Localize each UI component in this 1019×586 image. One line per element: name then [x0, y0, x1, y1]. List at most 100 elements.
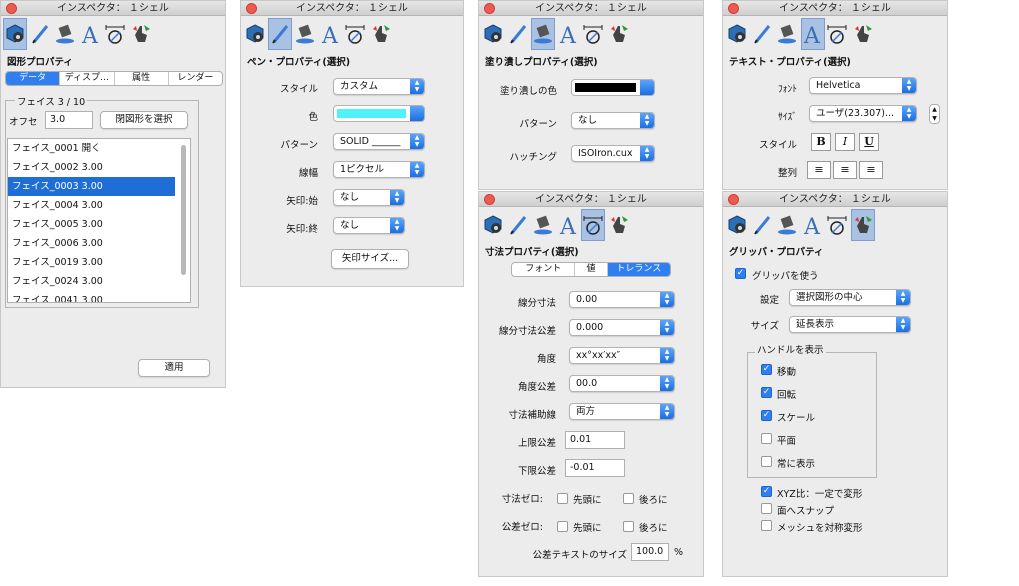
shape-gear-icon[interactable] [481, 18, 505, 50]
shape-gear-icon[interactable] [725, 18, 749, 50]
gripper-hand-icon[interactable] [851, 18, 875, 50]
arrow-end-select[interactable]: なし ▲ ▼ [333, 217, 405, 234]
gripper-hand-icon[interactable] [607, 209, 631, 241]
tol-zero-trailing-checkbox[interactable] [623, 521, 634, 532]
angle-select[interactable]: xx°xx′xx″ ▲ ▼ [569, 347, 675, 364]
close-button[interactable] [484, 3, 495, 14]
list-item[interactable]: フェイス_0041 3.00 [8, 291, 175, 302]
tol-zero-leading-checkbox[interactable] [557, 521, 568, 532]
handle-checkbox[interactable]: ✓ [761, 364, 772, 375]
dimension-icon[interactable] [825, 209, 849, 241]
pen-icon[interactable] [750, 209, 774, 241]
close-button[interactable] [728, 194, 739, 205]
dimension-icon[interactable] [343, 18, 367, 50]
tab-display[interactable]: ディスプ… [60, 72, 115, 85]
fill-pattern-select[interactable]: なし ▲ ▼ [571, 112, 655, 129]
use-gripper-checkbox[interactable]: ✓ [735, 268, 746, 279]
lower-tol-input[interactable]: -0.01 [565, 459, 625, 477]
angle-tol-select[interactable]: 00.0 ▲ ▼ [569, 375, 675, 392]
tol-text-size-input[interactable]: 100.0 [631, 543, 669, 561]
size-select[interactable]: ユーザ(23.307)... ▲ ▼ [809, 105, 917, 122]
tab-render[interactable]: レンダー [169, 72, 222, 85]
text-a-icon[interactable]: A [801, 18, 825, 50]
apply-button[interactable]: 適用 [138, 359, 210, 377]
color-well[interactable] [333, 105, 425, 122]
size-stepper[interactable]: ▲ ▼ [929, 104, 940, 124]
pen-icon[interactable] [506, 18, 530, 50]
fill-bucket-icon[interactable] [293, 18, 317, 50]
handle-checkbox[interactable] [761, 433, 772, 444]
tab-attributes[interactable]: 属性 [115, 72, 169, 85]
fill-bucket-icon[interactable] [775, 209, 799, 241]
gripper-hand-icon[interactable] [129, 18, 153, 50]
fill-bucket-icon[interactable] [531, 18, 555, 50]
handle-checkbox[interactable]: ✓ [761, 410, 772, 421]
option-checkbox[interactable]: ✓ [761, 486, 772, 497]
italic-button[interactable]: I [835, 133, 855, 151]
offset-input[interactable]: 3.0 [45, 111, 93, 129]
list-item[interactable]: フェイス_0001 開く [8, 139, 175, 158]
pen-icon[interactable] [506, 209, 530, 241]
font-select[interactable]: Helvetica ▲ ▼ [809, 77, 917, 94]
dimension-icon[interactable] [581, 209, 605, 241]
shape-gear-icon[interactable] [725, 209, 749, 241]
list-item[interactable]: フェイス_0005 3.00 [8, 215, 175, 234]
arrow-start-select[interactable]: なし ▲ ▼ [333, 189, 405, 206]
upper-tol-input[interactable]: 0.01 [565, 431, 625, 449]
close-button[interactable] [246, 3, 257, 14]
shape-gear-icon[interactable] [481, 209, 505, 241]
style-select[interactable]: カスタム ▲ ▼ [333, 78, 425, 95]
text-a-icon[interactable]: A [557, 18, 581, 50]
align-right-button[interactable]: ≡ [859, 161, 883, 179]
align-center-button[interactable]: ≡ [833, 161, 857, 179]
select-closed-shape-button[interactable]: 閉図形を選択 [100, 111, 188, 129]
shape-gear-icon[interactable] [3, 18, 27, 50]
tab-font[interactable]: フォント [512, 263, 576, 276]
gripper-hand-icon[interactable] [369, 18, 393, 50]
fill-bucket-icon[interactable] [531, 209, 555, 241]
option-checkbox[interactable] [761, 503, 772, 514]
dim-zero-trailing-checkbox[interactable] [623, 493, 634, 504]
close-button[interactable] [728, 3, 739, 14]
pen-icon[interactable] [28, 18, 52, 50]
face-list[interactable]: フェイス_0001 開く フェイス_0002 3.00 フェイス_0003 3.00… [7, 138, 191, 303]
handle-checkbox[interactable]: ✓ [761, 387, 772, 398]
hatch-select[interactable]: ISOIron.cux ▲ ▼ [571, 145, 655, 162]
tab-tolerance[interactable]: トレランス [607, 263, 670, 276]
line-tol-select[interactable]: 0.000 ▲ ▼ [569, 319, 675, 336]
option-checkbox[interactable] [761, 520, 772, 531]
text-a-icon[interactable]: A [319, 18, 343, 50]
close-button[interactable] [484, 194, 495, 205]
handle-checkbox[interactable] [761, 456, 772, 467]
text-a-icon[interactable]: A [557, 209, 581, 241]
pattern-select[interactable]: SOLID ______ ▲ ▼ [333, 133, 425, 150]
list-item[interactable]: フェイス_0024 3.00 [8, 272, 175, 291]
list-item[interactable]: フェイス_0019 3.00 [8, 253, 175, 272]
dimension-icon[interactable] [103, 18, 127, 50]
line-dim-select[interactable]: 0.00 ▲ ▼ [569, 291, 675, 308]
tab-value[interactable]: 値 [575, 263, 608, 276]
width-select[interactable]: 1ピクセル ▲ ▼ [333, 161, 425, 178]
pen-icon[interactable] [750, 18, 774, 50]
gripper-hand-icon[interactable] [607, 18, 631, 50]
list-item[interactable]: フェイス_0004 3.00 [8, 196, 175, 215]
dimension-icon[interactable] [825, 18, 849, 50]
fill-bucket-icon[interactable] [53, 18, 77, 50]
close-button[interactable] [6, 3, 17, 14]
fill-color-well[interactable] [571, 79, 655, 96]
list-item[interactable]: フェイス_0003 3.00 [8, 177, 175, 196]
size-select[interactable]: 延長表示 ▲ ▼ [789, 316, 911, 333]
gripper-hand-icon[interactable] [851, 209, 875, 241]
setting-select[interactable]: 選択図形の中心 ▲ ▼ [789, 289, 911, 306]
shape-gear-icon[interactable] [243, 18, 267, 50]
pen-icon[interactable] [268, 18, 292, 50]
fill-bucket-icon[interactable] [775, 18, 799, 50]
text-a-icon[interactable]: A [79, 18, 103, 50]
dim-zero-leading-checkbox[interactable] [557, 493, 568, 504]
extension-line-select[interactable]: 両方 ▲ ▼ [569, 403, 675, 420]
list-item[interactable]: フェイス_0002 3.00 [8, 158, 175, 177]
bold-button[interactable]: B [811, 133, 831, 151]
align-left-button[interactable]: ≡ [807, 161, 831, 179]
arrow-size-button[interactable]: 矢印サイズ... [331, 249, 409, 269]
list-item[interactable]: フェイス_0006 3.00 [8, 234, 175, 253]
